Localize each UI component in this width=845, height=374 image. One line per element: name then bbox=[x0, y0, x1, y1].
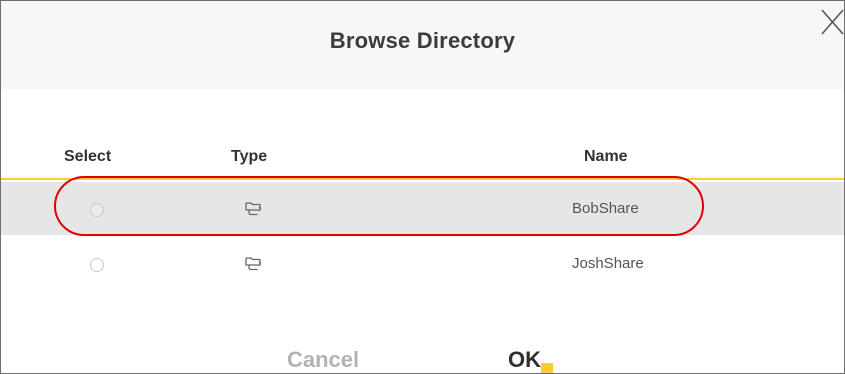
column-header-select: Select bbox=[64, 148, 112, 165]
ok-accent-mark bbox=[541, 363, 553, 373]
ok-button[interactable]: OK bbox=[508, 347, 541, 373]
select-radio[interactable] bbox=[90, 203, 104, 217]
dialog-title: Browse Directory bbox=[329, 28, 516, 53]
share-name: BobShare bbox=[572, 200, 639, 217]
table-row[interactable]: JoshShare bbox=[1, 237, 844, 290]
folder-share-icon bbox=[245, 202, 262, 216]
share-name: JoshShare bbox=[572, 255, 644, 272]
dialog-header: Browse Directory bbox=[1, 1, 844, 89]
close-icon bbox=[821, 9, 844, 35]
folder-share-icon bbox=[245, 257, 262, 271]
column-header-name: Name bbox=[584, 148, 628, 165]
select-radio[interactable] bbox=[90, 258, 104, 272]
table-row[interactable]: BobShare bbox=[1, 182, 844, 235]
header-divider bbox=[1, 178, 844, 180]
close-button[interactable] bbox=[819, 7, 844, 37]
column-header-type: Type bbox=[231, 148, 268, 165]
browse-directory-dialog: Browse Directory Select Type Name BobSha… bbox=[0, 0, 845, 374]
cancel-button[interactable]: Cancel bbox=[287, 347, 359, 373]
